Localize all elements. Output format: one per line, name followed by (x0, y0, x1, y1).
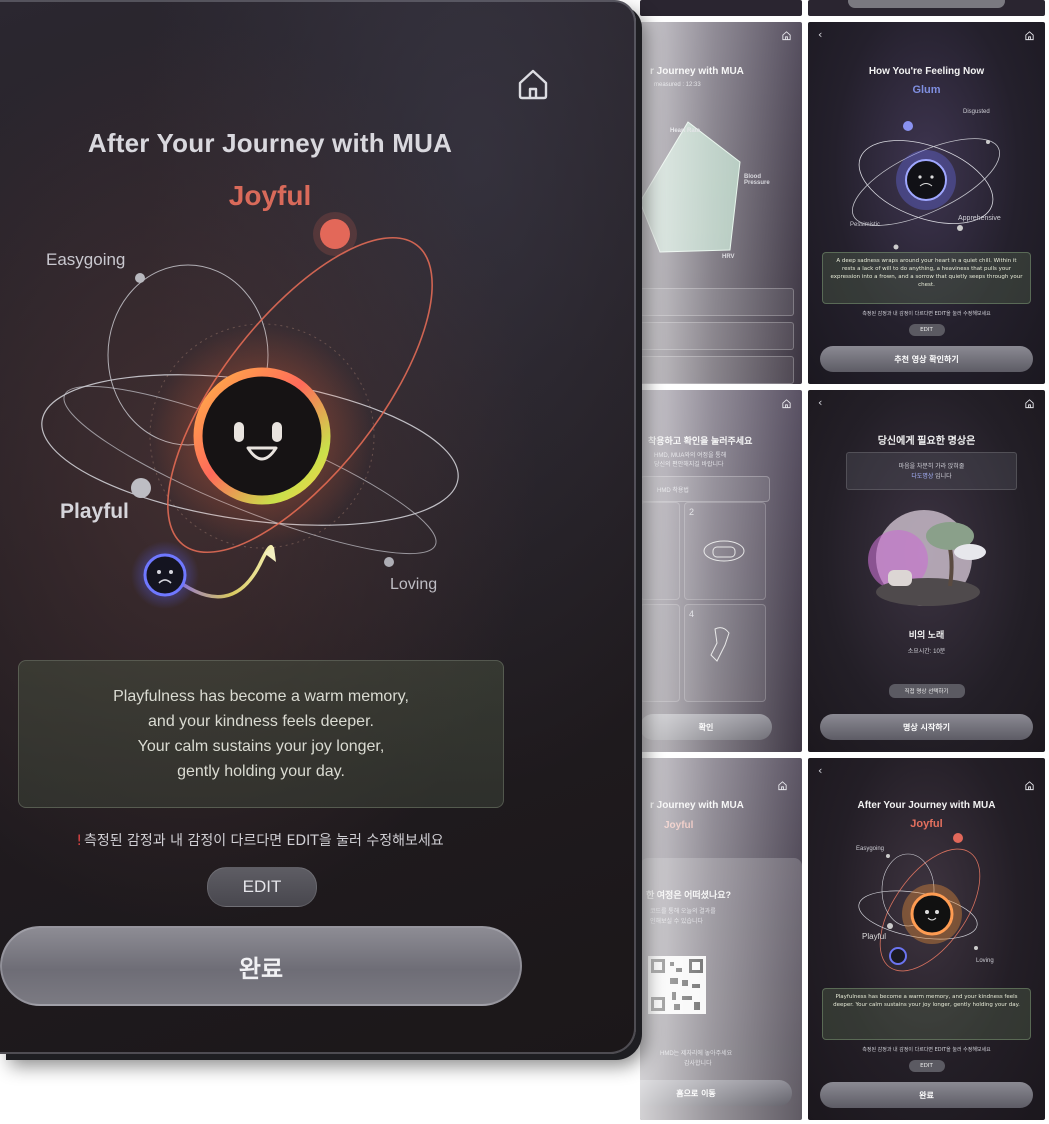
qr-desc-1: 코드를 통해 오늘의 결과를 (650, 909, 716, 915)
thumb-journey-qr[interactable]: r Journey with MUA Joyful 한 여정은 어떠셨나요? 코… (640, 758, 802, 1120)
back-icon[interactable]: ‹ (818, 396, 822, 409)
qr-sheet: 한 여정은 어떠셨나요? 코드를 통해 오늘의 결과를 인해보실 수 있습니다 … (640, 858, 802, 1120)
edit-hint: 측정된 감정과 내 감정이 다르다면 EDIT을 눌러 수정해보세요 (862, 1047, 991, 1053)
thumb-title: r Journey with MUA (650, 66, 744, 77)
emotion-label-easygoing: Easygoing (856, 846, 885, 852)
step-number: 4 (689, 609, 695, 619)
edit-button[interactable]: EDIT (908, 1060, 945, 1072)
emotion-label-loving: Loving (390, 576, 438, 593)
page-title: After Your Journey with MUA (87, 128, 453, 158)
step-number: 2 (689, 507, 695, 517)
emotion-orbit-diagram (851, 121, 1001, 250)
confirm-button[interactable]: 확인 (640, 714, 772, 740)
thumb-title: 착용하고 확인을 눌러주세요 (648, 436, 753, 446)
select-meditation-button[interactable]: 직접 명상 선택하기 (888, 684, 965, 698)
edit-hint: 측정된 감정과 내 감정이 다르다면 EDIT을 눌러 수정해보세요 (862, 311, 991, 317)
metric-row (640, 322, 794, 350)
step-card (640, 502, 680, 600)
headset-icon (703, 540, 745, 562)
emotion-label-easygoing: Easygoing (46, 250, 126, 269)
radar-label-hrv: HRV (722, 254, 735, 260)
thumb-recommend[interactable]: ‹ 당신에게 필요한 명상은 마음을 차분히 가라 앉혀줄 다도명상 입니다 비… (808, 390, 1045, 752)
meditation-type: 다도명상 (911, 474, 934, 480)
thumb-top-right-strip (808, 0, 1045, 16)
thumb-title: r Journey with MUA (650, 800, 744, 811)
message-line: Your calm sustains your joy longer, (137, 738, 385, 755)
controller-icon (710, 627, 730, 662)
edit-button[interactable]: EDIT (207, 867, 317, 907)
meditation-duration: 소요시간: 10분 (907, 649, 946, 655)
emotion-label: Joyful (664, 820, 694, 831)
metric-row (640, 356, 794, 384)
done-button[interactable]: 완료 (0, 926, 522, 1006)
thumb-journey-measure[interactable]: r Journey with MUA measured : 12:33 Hear… (640, 22, 802, 384)
qr-desc-2: 인해보실 수 있습니다 (650, 919, 704, 925)
emotion-message: Playfulness has become a warm memory, an… (833, 994, 1020, 1008)
meditation-name: 비의 노래 (908, 630, 945, 640)
measured-time: measured : 12:33 (654, 82, 701, 88)
emotion-message-box: Playfulness has become a warm memory, an… (18, 660, 504, 808)
emotion-label-disgusted: Disgusted (963, 109, 990, 115)
qr-note-2: 감사합니다 (684, 1061, 712, 1067)
thumb-feeling-now[interactable]: ‹ How You're Feeling Now Glum Disgusted … (808, 22, 1045, 384)
home-icon[interactable] (781, 398, 792, 409)
home-icon[interactable] (1024, 780, 1035, 791)
radar-label-blood-pressure: Blood Pressure (744, 174, 770, 186)
step-card: 4 (684, 604, 766, 702)
emotion-label-loving: Loving (976, 958, 994, 964)
emotion-label: Joyful (910, 818, 943, 830)
recommend-video-button[interactable]: 추천 영상 확인하기 (820, 346, 1033, 372)
emotion-message-box: Playfulness has become a warm memory, an… (822, 988, 1031, 1040)
guide-subtitle-2: 당신의 편안해지길 바랍니다 (654, 462, 724, 468)
edit-button[interactable]: EDIT (908, 324, 945, 336)
guide-subtitle-1: HMD, MUA와의 여정을 통해 (654, 453, 727, 459)
home-icon[interactable] (777, 780, 788, 791)
message-line: and your kindness feels deeper. (148, 713, 374, 730)
qr-code (648, 956, 706, 1014)
emotion-message: A deep sadness wraps around your heart i… (830, 258, 1023, 288)
metric-row (640, 288, 794, 316)
emotion-label-apprehensive: Apprehensive (958, 215, 1001, 222)
warning-mark: ! (76, 833, 82, 849)
edit-hint: ! 측정된 감정과 내 감정이 다르다면 EDIT을 눌러 수정해보세요 (0, 830, 520, 850)
main-panel: After Your Journey with MUA Joyful Easyg… (0, 0, 636, 1054)
home-icon[interactable] (1024, 30, 1035, 41)
emotion-message-box: A deep sadness wraps around your heart i… (822, 252, 1031, 304)
qr-note-1: HMD는 제자리에 놓아주세요 (660, 1051, 733, 1057)
emotion-label-playful: Playful (862, 932, 887, 941)
recommend-line-2: 다도명상 입니다 (847, 471, 1016, 480)
step-card: 2 (684, 502, 766, 600)
start-meditation-button[interactable]: 명상 시작하기 (820, 714, 1033, 740)
home-icon[interactable] (781, 30, 792, 41)
back-icon[interactable]: ‹ (818, 764, 822, 777)
home-icon[interactable] (1024, 398, 1035, 409)
thumb-top-left-strip (640, 0, 802, 16)
emotion-label-playful: Playful (60, 500, 129, 523)
back-icon[interactable]: ‹ (818, 28, 822, 41)
hmd-tag: HMD 착용법 (640, 476, 770, 502)
recommend-box: 마음을 차분히 가라 앉혀줄 다도명상 입니다 (846, 452, 1017, 490)
message-line: Playfulness has become a warm memory, (113, 688, 409, 705)
thumb-title: 당신에게 필요한 명상은 (877, 436, 976, 447)
emotion-orbit-diagram (858, 833, 981, 972)
home-icon[interactable] (516, 68, 550, 100)
step-card (640, 604, 680, 702)
qr-question: 한 여정은 어떠셨나요? (646, 890, 732, 900)
done-button[interactable]: 완료 (820, 1082, 1033, 1108)
emotion-label-pessimistic: Pessimistic (850, 222, 881, 228)
recommend-line-1: 마음을 차분히 가라 앉혀줄 (898, 464, 965, 470)
meditation-illustration (868, 510, 986, 606)
thumb-title: How You're Feeling Now (868, 66, 985, 77)
thumb-after-journey[interactable]: ‹ After Your Journey with MUA Joyful Eas… (808, 758, 1045, 1120)
home-button[interactable]: 홈으로 이동 (640, 1080, 792, 1106)
radar-label-heart-rate: Heart Rate (670, 128, 701, 134)
edit-hint-text: 측정된 감정과 내 감정이 다르다면 EDIT을 눌러 수정해보세요 (83, 833, 444, 849)
hmd-tag-label: HMD 착용법 (657, 488, 689, 494)
thumb-hmd-guide[interactable]: 착용하고 확인을 눌러주세요 HMD, MUA와의 여정을 통해 당신의 편안해… (640, 390, 802, 752)
thumb-title: After Your Journey with MUA (857, 800, 996, 811)
message-line: gently holding your day. (177, 763, 345, 780)
recommend-line-2-suffix: 입니다 (933, 474, 952, 480)
